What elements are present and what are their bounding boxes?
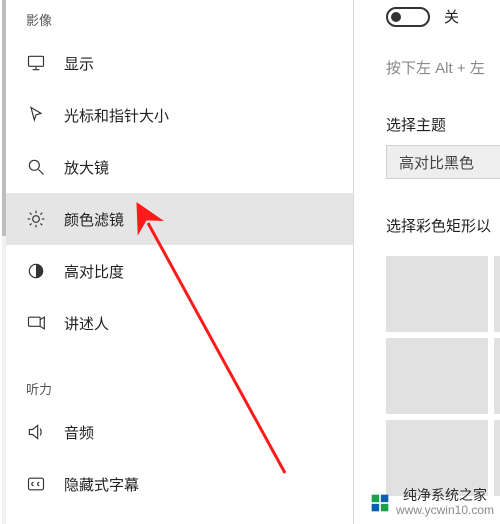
- watermark: 纯净系统之家 www.ycwin10.com: [368, 486, 496, 519]
- preview-swatch[interactable]: [494, 420, 500, 496]
- watermark-name: 纯净系统之家: [403, 488, 487, 503]
- sidebar: 影像 显示 光标和指针大小 放大镜 颜色滤镜: [4, 0, 354, 524]
- sidebar-item-magnifier[interactable]: 放大镜: [4, 141, 353, 193]
- theme-heading: 选择主题: [354, 78, 500, 143]
- watermark-logo-icon: [370, 493, 390, 513]
- sidebar-item-label: 颜色滤镜: [64, 209, 124, 230]
- sidebar-item-label: 隐藏式字幕: [64, 474, 139, 495]
- narrator-icon: [26, 313, 46, 333]
- sidebar-item-high-contrast[interactable]: 高对比度: [4, 245, 353, 297]
- sidebar-item-label: 高对比度: [64, 261, 124, 282]
- preview-heading: 选择彩色矩形以: [354, 179, 500, 244]
- watermark-url: www.ycwin10.com: [396, 504, 494, 517]
- preview-grid: [386, 256, 500, 496]
- preview-swatch[interactable]: [386, 420, 488, 496]
- scrollbar-thumb[interactable]: [2, 0, 6, 236]
- shortcut-hint: 按下左 Alt + 左: [354, 27, 500, 78]
- magnifier-icon: [26, 157, 46, 177]
- section-header-hearing: 听力: [4, 349, 353, 406]
- cc-icon: [26, 474, 46, 494]
- sidebar-item-color-filters[interactable]: 颜色滤镜: [4, 193, 353, 245]
- toggle-row: 关: [354, 0, 500, 27]
- sidebar-item-label: 放大镜: [64, 157, 109, 178]
- sidebar-item-cursor[interactable]: 光标和指针大小: [4, 89, 353, 141]
- sidebar-item-label: 讲述人: [64, 313, 109, 334]
- sidebar-item-closed-caption[interactable]: 隐藏式字幕: [4, 458, 353, 510]
- theme-dropdown[interactable]: 高对比黑色: [386, 145, 500, 179]
- sidebar-item-narrator[interactable]: 讲述人: [4, 297, 353, 349]
- toggle-knob: [391, 12, 401, 22]
- preview-swatch[interactable]: [494, 256, 500, 332]
- preview-swatch[interactable]: [494, 338, 500, 414]
- contrast-icon: [26, 261, 46, 281]
- sidebar-scrollbar[interactable]: [2, 0, 6, 524]
- brightness-icon: [26, 209, 46, 229]
- sidebar-item-label: 显示: [64, 53, 94, 74]
- sidebar-item-label: 光标和指针大小: [64, 105, 169, 126]
- preview-swatch[interactable]: [386, 338, 488, 414]
- content-panel: 关 按下左 Alt + 左 选择主题 高对比黑色 选择彩色矩形以: [354, 0, 500, 524]
- toggle-label: 关: [444, 6, 459, 27]
- speaker-icon: [26, 422, 46, 442]
- sidebar-item-label: 音频: [64, 422, 94, 443]
- toggle-switch[interactable]: [386, 7, 430, 27]
- cursor-icon: [26, 105, 46, 125]
- preview-swatch[interactable]: [386, 256, 488, 332]
- theme-dropdown-value: 高对比黑色: [399, 152, 474, 173]
- sidebar-item-display[interactable]: 显示: [4, 37, 353, 89]
- settings-window: 影像 显示 光标和指针大小 放大镜 颜色滤镜: [0, 0, 500, 524]
- sidebar-item-audio[interactable]: 音频: [4, 406, 353, 458]
- section-header-vision: 影像: [4, 0, 353, 37]
- monitor-icon: [26, 53, 46, 73]
